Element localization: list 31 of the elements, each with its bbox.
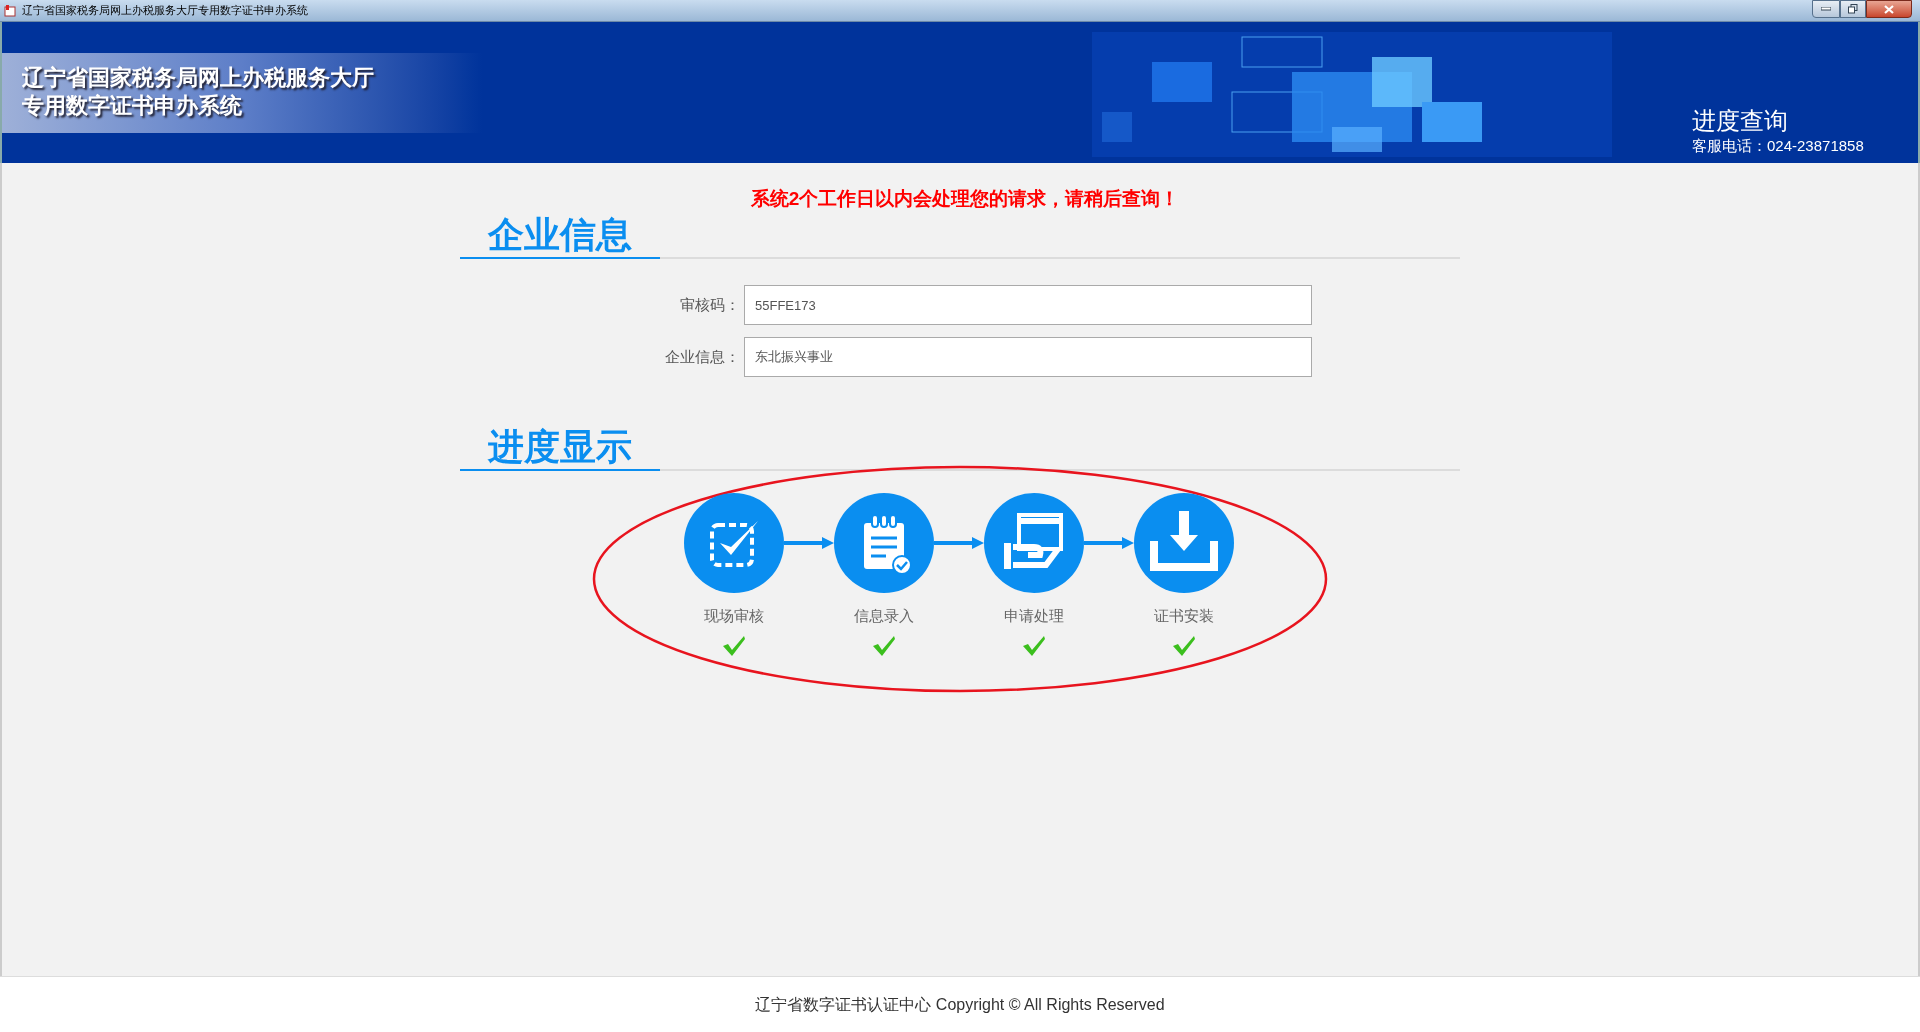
arrow-icon — [934, 537, 984, 549]
input-field[interactable]: 55FFE173 — [744, 285, 1312, 325]
system-title: 辽宁省国家税务局网上办税服务大厅 — [22, 64, 374, 92]
system-title: 专用数字证书申办系统 — [22, 92, 243, 120]
close-icon — [1884, 4, 1894, 14]
hotline-text: 客服电话：024-23871858 — [1692, 136, 1864, 156]
step-icon — [1134, 493, 1234, 593]
field-label: 审核码： — [679, 294, 741, 315]
field-label: 企业信息： — [664, 346, 741, 367]
restore-button[interactable] — [1840, 0, 1866, 18]
footer-text: 辽宁省数字证书认证中心 Copyright © All Rights Reserved — [755, 994, 1165, 1015]
step-label: 现场审核 — [704, 606, 764, 626]
arrow-icon — [1084, 537, 1134, 549]
step-label: 证书安装 — [1154, 606, 1214, 626]
step-label: 信息录入 — [854, 606, 914, 626]
step-icon — [834, 493, 934, 593]
close-button[interactable] — [1866, 0, 1912, 18]
step-label: 申请处理 — [1004, 606, 1064, 626]
restore-icon — [1848, 4, 1858, 14]
arrow-icon — [784, 537, 834, 549]
minimize-icon — [1821, 7, 1831, 11]
page-title: 进度查询 — [1692, 106, 1789, 136]
window-title: 辽宁省国家税务局网上办税服务大厅专用数字证书申办系统 — [22, 3, 308, 19]
notice-text: 系统2个工作日以内会处理您的请求，请稍后查询！ — [750, 186, 1180, 211]
section-heading: 企业信息 — [460, 213, 660, 259]
section-heading: 进度显示 — [460, 425, 660, 471]
app-icon — [4, 4, 16, 17]
step-icon — [684, 493, 784, 593]
minimize-button[interactable] — [1812, 0, 1840, 18]
input-field[interactable]: 东北振兴事业 — [744, 337, 1312, 377]
step-icon — [984, 493, 1084, 593]
